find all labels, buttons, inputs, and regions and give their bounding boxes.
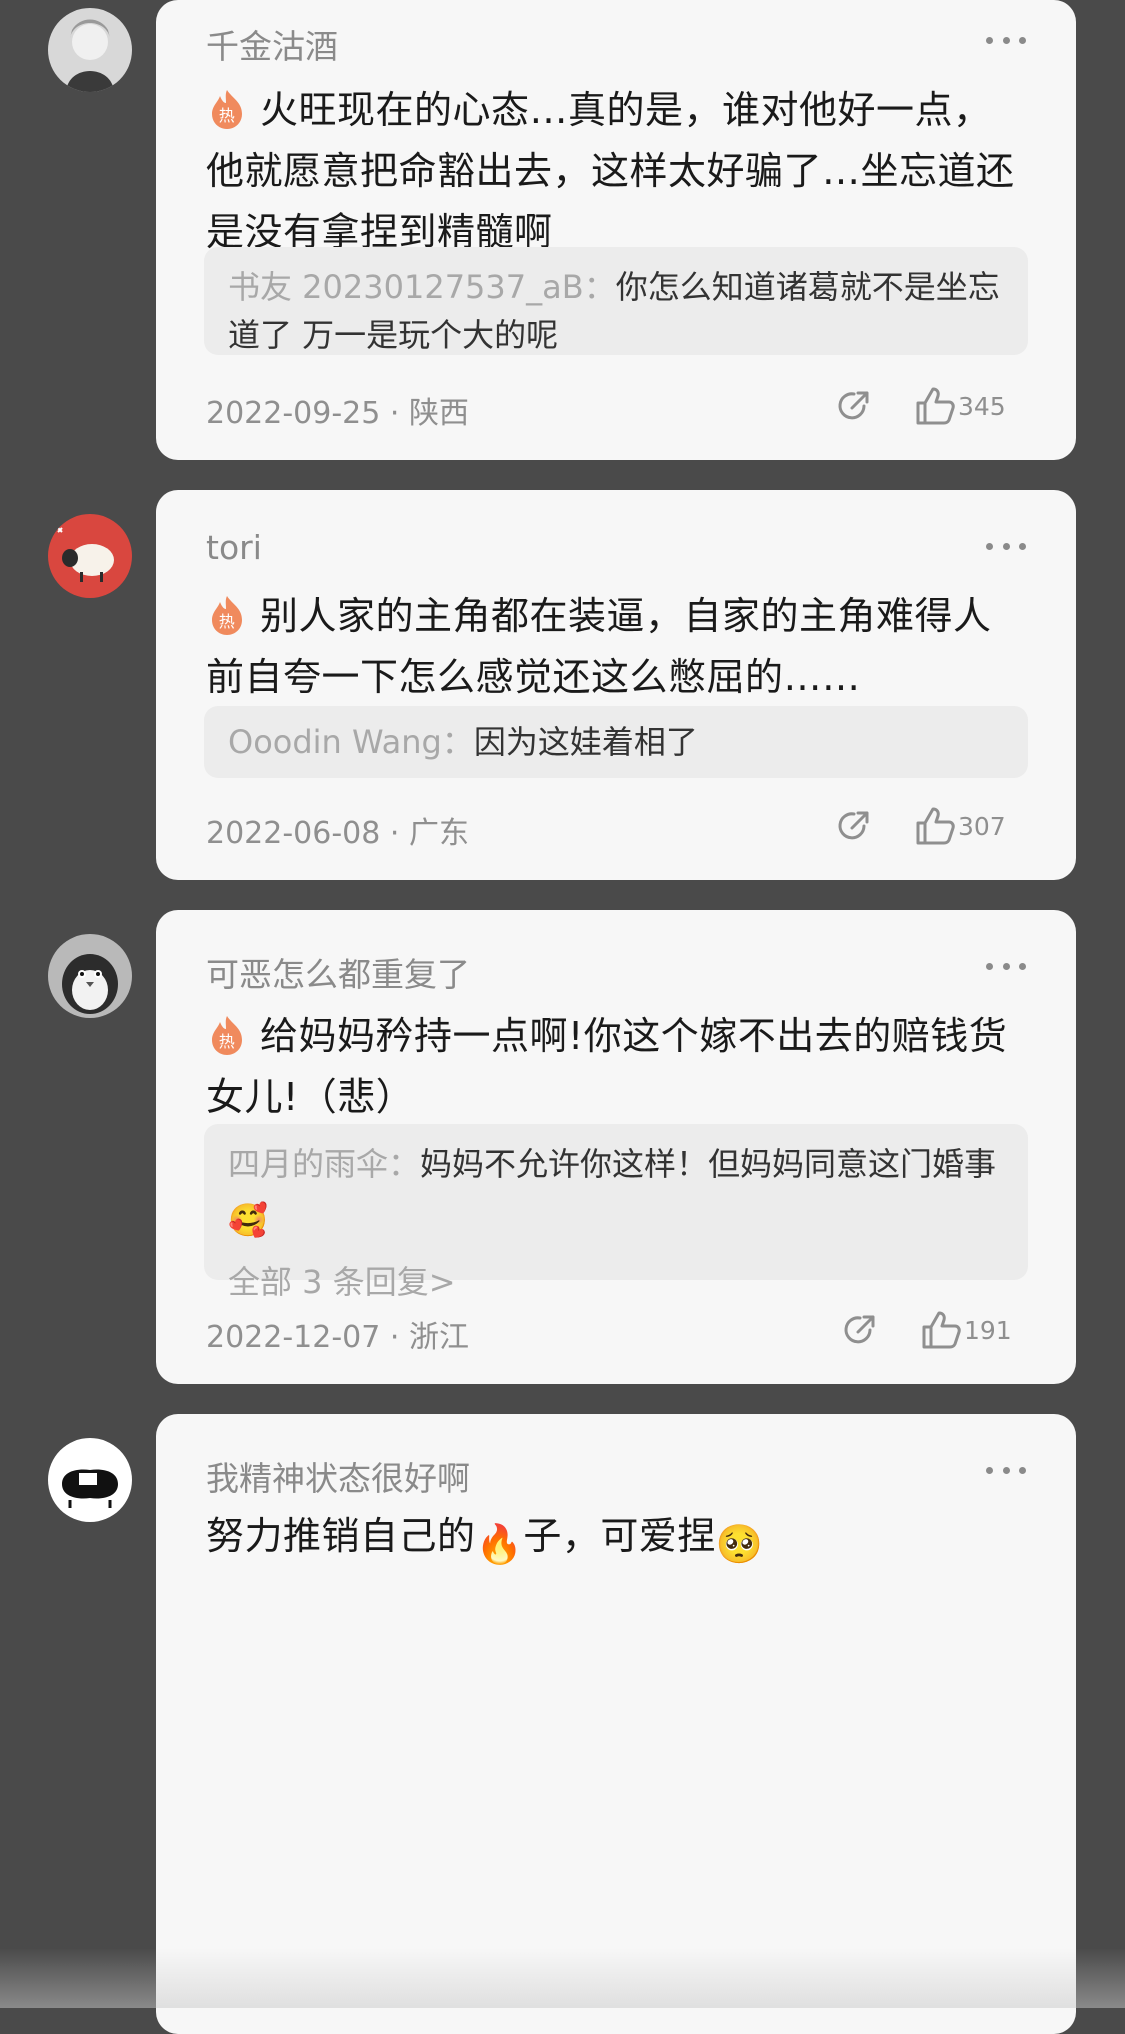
like-button[interactable]: 307 [914, 804, 1006, 848]
avatar[interactable] [48, 514, 132, 598]
comment-text: 热 别人家的主角都在装逼，自家的主角难得人前自夸一下怎么感觉还这么憋屈的…… [206, 594, 992, 699]
username[interactable]: 千金沽酒 [206, 20, 338, 68]
thumbs-up-icon [916, 807, 955, 845]
reply-box[interactable]: Ooodin Wang：因为这娃着相了 [204, 706, 1028, 778]
reply-author[interactable]: 书友 20230127537_aB： [228, 268, 616, 306]
smiling-face-with-hearts-emoji: 🥰 [228, 1201, 268, 1239]
reply-box[interactable]: 书友 20230127537_aB：你怎么知道诸葛就不是坐忘道了 万一是玩个大的… [204, 247, 1028, 355]
share-icon[interactable] [834, 386, 874, 426]
reply-text: 妈妈不允许你这样！但妈妈同意这门婚事 [420, 1145, 997, 1183]
share-icon[interactable] [840, 1310, 880, 1350]
more-dots-icon[interactable] [986, 540, 1026, 552]
comment-card: 千金沽酒 热 火旺现在的心态…真的是，谁对他好一点，他就愿意把命豁出去，这样太好… [156, 0, 1076, 460]
fire-emoji: 🔥 [475, 1522, 524, 1566]
more-dots-icon[interactable] [986, 34, 1026, 46]
comment-text: 热 给妈妈矜持一点啊!你这个嫁不出去的赔钱货女儿!（悲） [206, 1014, 1008, 1119]
comment-text: 努力推销自己的🔥子，可爱捏🥺 [206, 1506, 1028, 1575]
username[interactable]: 可恶怎么都重复了 [206, 948, 470, 996]
reply-text: 因为这娃着相了 [473, 723, 698, 761]
comment-card: tori 热 别人家的主角都在装逼，自家的主角难得人前自夸一下怎么感觉还这么憋屈… [156, 490, 1076, 880]
like-button[interactable]: 345 [914, 384, 1006, 428]
comment-text: 热 火旺现在的心态…真的是，谁对他好一点，他就愿意把命豁出去，这样太好骗了…坐忘… [206, 88, 1015, 254]
like-count: 345 [958, 391, 1006, 421]
all-replies-link[interactable]: 全部 3 条回复> [228, 1258, 1004, 1306]
svg-text:热: 热 [219, 1032, 236, 1051]
svg-text:热: 热 [219, 612, 236, 631]
thumbs-up-icon [916, 387, 955, 425]
avatar[interactable] [48, 934, 132, 1018]
comment-meta: 2022-06-08 · 广东 [206, 816, 469, 851]
reply-author[interactable]: 四月的雨伞： [228, 1145, 420, 1183]
comment-meta: 2022-09-25 · 陕西 [206, 396, 469, 431]
comment-card: 可恶怎么都重复了 热 给妈妈矜持一点啊!你这个嫁不出去的赔钱货女儿!（悲） 四月… [156, 910, 1076, 1384]
avatar[interactable] [48, 8, 132, 92]
reply-author[interactable]: Ooodin Wang： [228, 723, 474, 761]
like-count: 191 [964, 1315, 1012, 1345]
more-dots-icon[interactable] [986, 1464, 1026, 1476]
more-dots-icon[interactable] [986, 960, 1026, 972]
svg-text:热: 热 [219, 106, 236, 125]
hot-flame-badge-icon: 热 [212, 90, 242, 129]
username[interactable]: 我精神状态很好啊 [206, 1452, 470, 1500]
like-count: 307 [958, 811, 1006, 841]
thumbs-up-icon [922, 1311, 961, 1349]
share-icon[interactable] [834, 806, 874, 846]
pleading-face-emoji: 🥺 [715, 1522, 764, 1566]
hot-flame-badge-icon: 热 [212, 596, 242, 635]
avatar[interactable] [48, 1438, 132, 1522]
reply-box[interactable]: 四月的雨伞：妈妈不允许你这样！但妈妈同意这门婚事🥰 全部 3 条回复> [204, 1124, 1028, 1301]
username[interactable]: tori [206, 528, 262, 567]
hot-flame-badge-icon: 热 [212, 1016, 242, 1055]
comment-card: 我精神状态很好啊 努力推销自己的🔥子，可爱捏🥺 [156, 1414, 1076, 2034]
comment-meta: 2022-12-07 · 浙江 [206, 1320, 469, 1355]
like-button[interactable]: 191 [920, 1308, 1012, 1352]
